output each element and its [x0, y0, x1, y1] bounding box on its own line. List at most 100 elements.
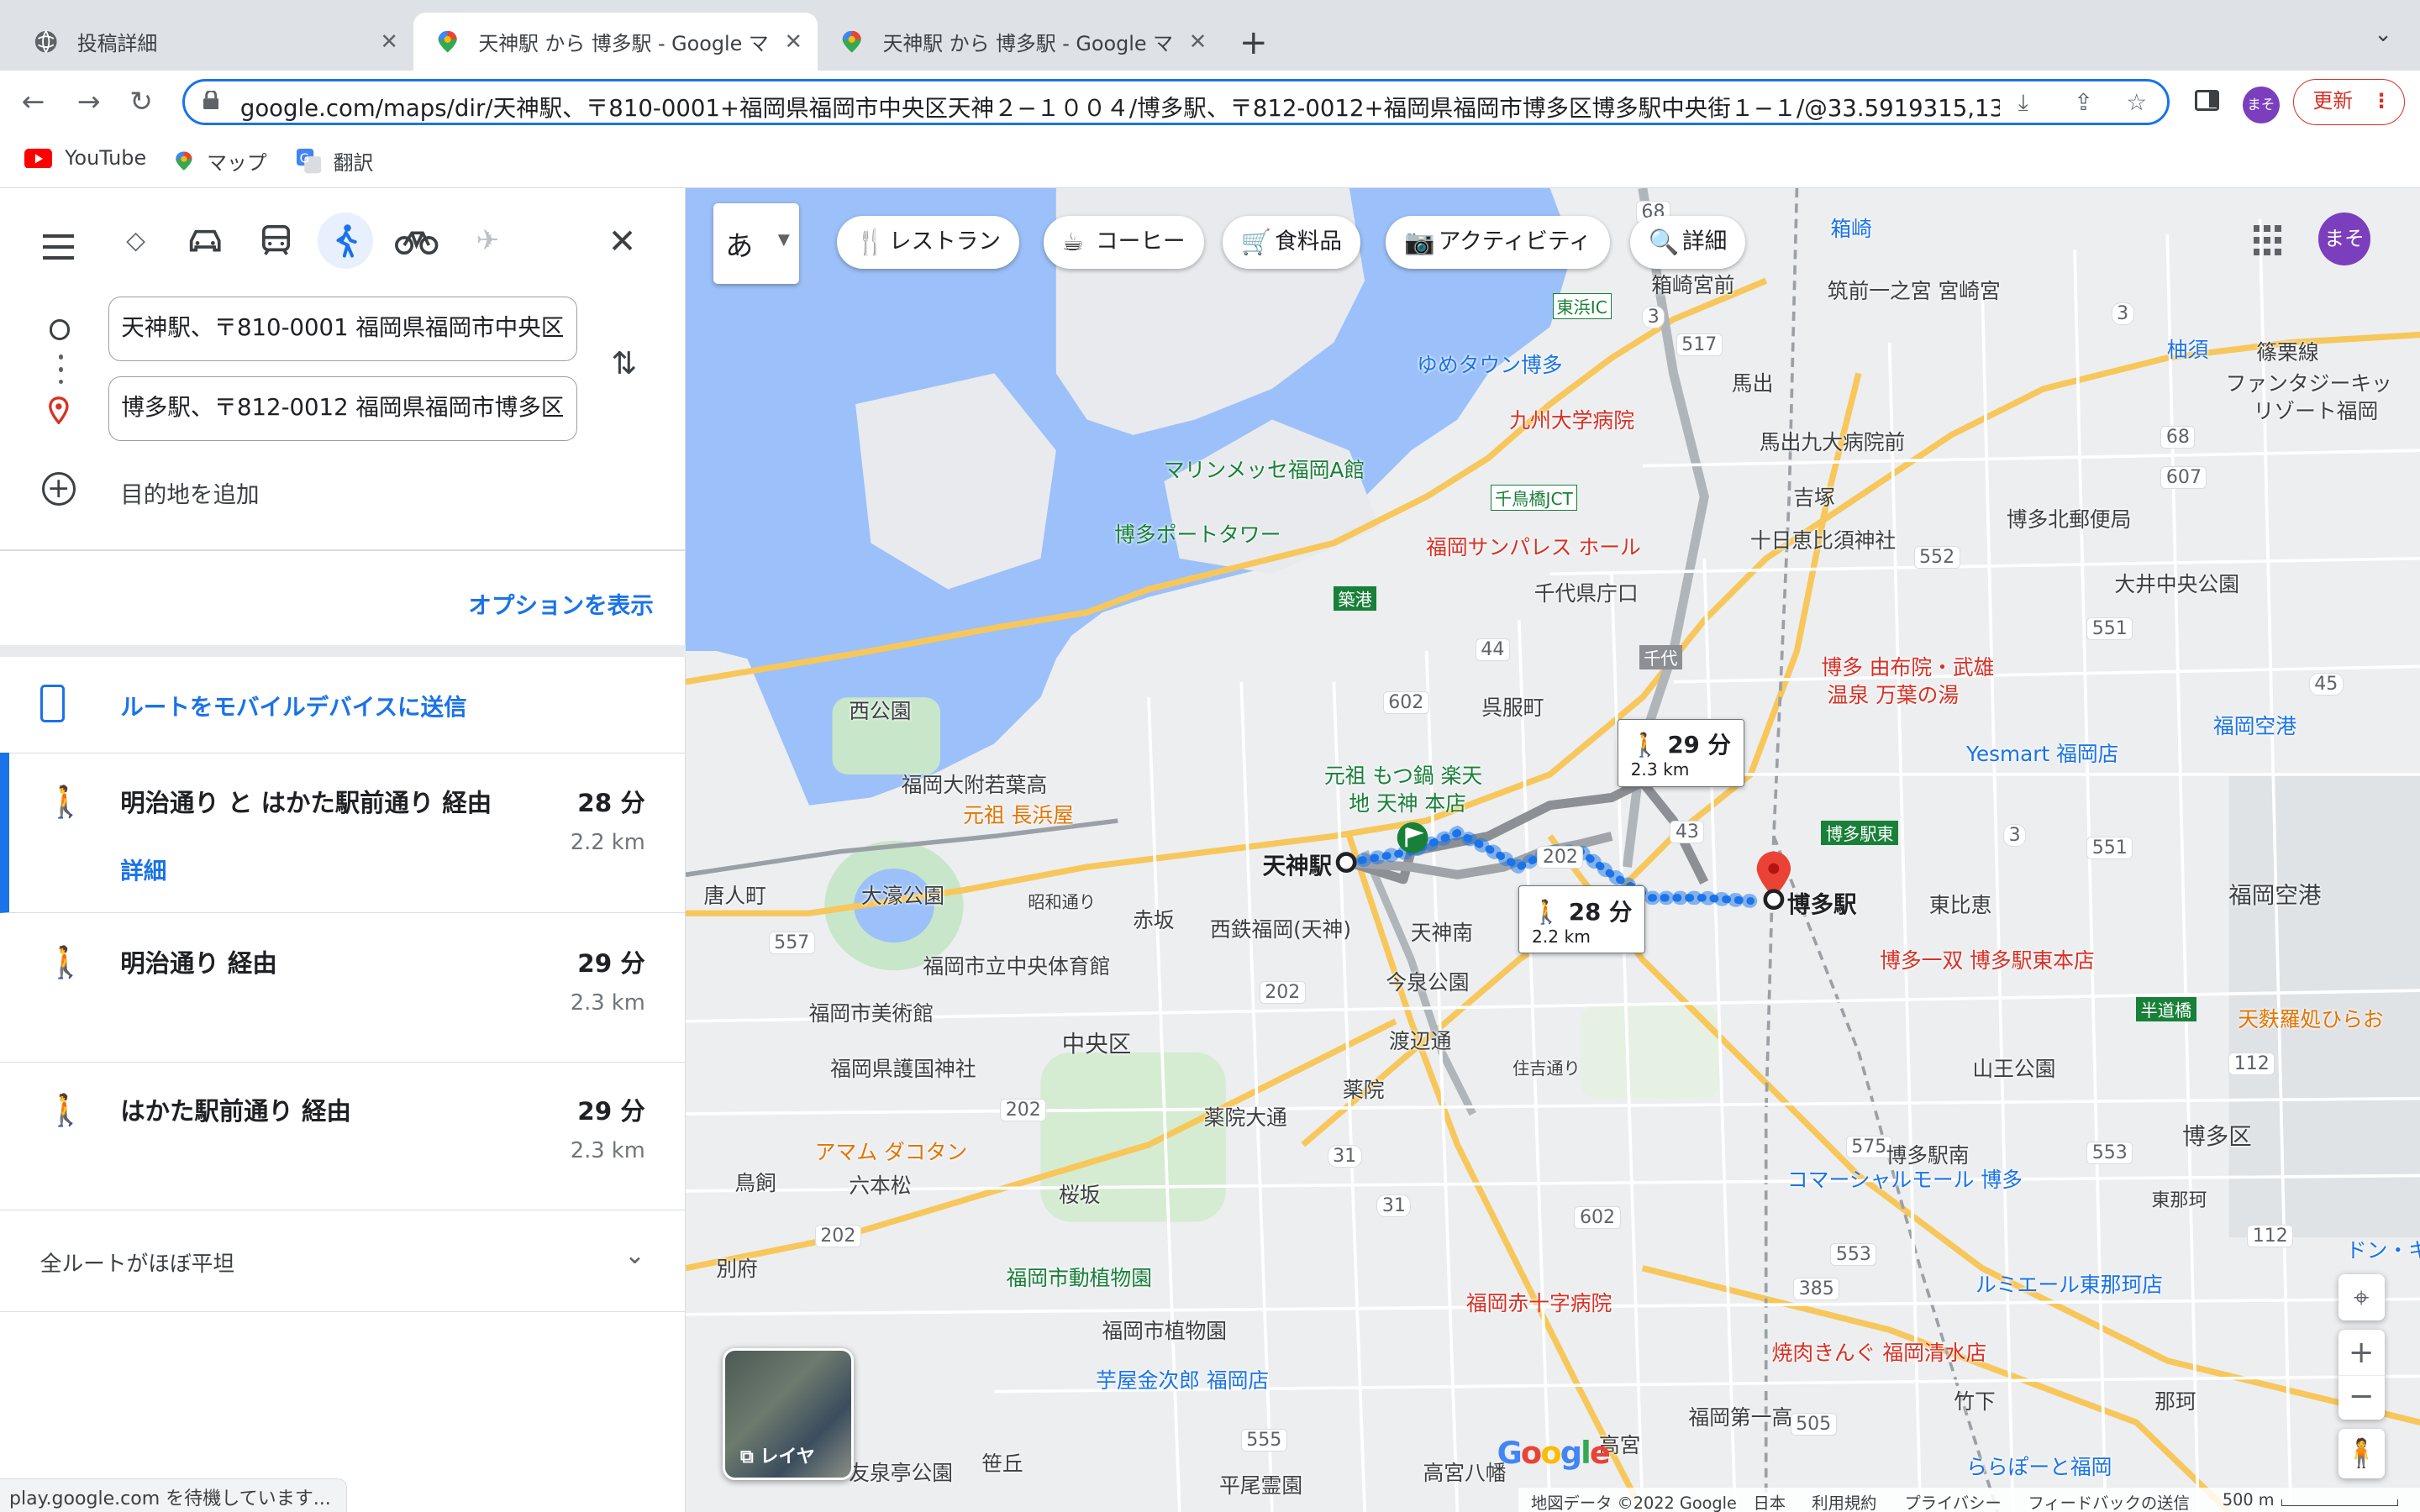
country-link[interactable]: 日本 — [1754, 1490, 1786, 1512]
map-label[interactable]: 唐人町 — [704, 879, 766, 910]
close-directions-icon[interactable]: ✕ — [608, 221, 637, 261]
map-label[interactable]: アマム ダコタン — [815, 1136, 967, 1166]
map-label[interactable]: ドン・キ — [2346, 1234, 2420, 1264]
map-label[interactable]: 福岡赤十字病院 — [1466, 1287, 1612, 1317]
map-label[interactable]: 六本松 — [849, 1169, 911, 1200]
layers-button[interactable]: ⧉ レイヤ — [722, 1348, 855, 1480]
map-label[interactable]: 福岡市植物園 — [1102, 1315, 1227, 1345]
map-label[interactable]: 東比恵 — [1929, 889, 1991, 919]
walking-icon[interactable] — [318, 213, 374, 269]
map-label[interactable]: 筑前一之宮 宮崎宮 — [1828, 275, 2001, 305]
tab-close-icon[interactable]: ✕ — [785, 29, 803, 55]
map-label[interactable]: 馬出 — [1732, 367, 1774, 397]
bookmark-star-icon[interactable]: ☆ — [2126, 89, 2147, 116]
pegman-icon[interactable]: 🧍 — [2338, 1428, 2385, 1478]
side-panel-icon[interactable] — [2194, 89, 2220, 112]
terms-link[interactable]: 利用規約 — [1812, 1490, 1876, 1512]
map-label[interactable]: 友泉亭公園 — [849, 1457, 953, 1487]
best-route-icon[interactable]: ⬦ — [108, 213, 164, 268]
tab-close-icon[interactable]: ✕ — [380, 29, 398, 55]
map-label[interactable]: 今泉公園 — [1386, 966, 1469, 996]
map-label[interactable]: 千代県庁口 — [1534, 577, 1639, 607]
tab-maps-active[interactable]: 天神駅 から 博多駅 - Google マッ ✕ — [413, 12, 818, 71]
map-label[interactable]: 柚須 — [2167, 333, 2209, 364]
map-label[interactable]: 温泉 万葉の湯 — [1828, 679, 1960, 709]
map-label[interactable]: 元祖 長浜屋 — [963, 799, 1074, 829]
map-label[interactable]: 十日恵比須神社 — [1750, 524, 1896, 554]
install-icon[interactable]: ⤓ — [2018, 89, 2028, 117]
zoom-in-button[interactable]: + — [2338, 1330, 2385, 1376]
route-option[interactable]: 🚶 はかた駅前通り 経由 29 分 2.3 km — [0, 1062, 686, 1210]
route-option[interactable]: 🚶 明治通り 経由 29 分 2.3 km — [0, 913, 686, 1063]
origin-station-label[interactable]: 天神駅 — [1262, 847, 1332, 880]
chip-coffee[interactable]: ☕ コーヒー — [1043, 216, 1204, 269]
map-label[interactable]: 箱崎宮前 — [1651, 269, 1734, 299]
address-bar[interactable]: google.com/maps/dir/天神駅、〒810-0001+福岡県福岡市… — [182, 78, 2170, 125]
map-label[interactable]: マリンメッセ福岡A館 — [1164, 454, 1365, 484]
map-label[interactable]: 吉塚 — [1793, 481, 1835, 512]
map-label[interactable]: 桜坂 — [1059, 1179, 1101, 1209]
menu-icon[interactable] — [43, 234, 75, 267]
car-icon[interactable] — [177, 213, 233, 268]
map-label[interactable]: 西公園 — [849, 695, 911, 725]
map-label[interactable]: 焼肉きんぐ 福岡清水店 — [1772, 1336, 1987, 1367]
bookmark-youtube[interactable]: YouTube — [24, 146, 146, 170]
map-label[interactable]: 福岡サンパレス ホール — [1426, 531, 1641, 561]
map-label[interactable]: 呉服町 — [1481, 691, 1544, 722]
forward-arrow-icon[interactable]: → — [77, 85, 101, 118]
tab-maps[interactable]: 天神駅 から 博多駅 - Google マッ ✕ — [818, 13, 1222, 71]
destination-input[interactable]: 博多駅、〒812-0012 福岡県福岡市博多区 — [108, 376, 577, 442]
feedback-link[interactable]: フィードバックの送信 — [2028, 1490, 2189, 1512]
terrain-note-row[interactable]: 全ルートがほぼ平坦 ⌄ — [0, 1210, 686, 1313]
map-label[interactable]: 鳥飼 — [734, 1167, 776, 1197]
reload-icon[interactable]: ↻ — [129, 85, 153, 118]
map-label[interactable]: 天麩羅処ひらお — [2238, 1003, 2383, 1033]
map-label[interactable]: 薬院 — [1343, 1074, 1385, 1104]
bookmark-translate[interactable]: G 翻訳 — [296, 146, 373, 176]
tab-post-details[interactable]: 投稿詳細 ✕ — [0, 13, 413, 71]
map-label[interactable]: 赤坂 — [1133, 904, 1175, 934]
chip-groceries[interactable]: 🛒 食料品 — [1222, 216, 1361, 269]
map-label[interactable]: 地 天神 本店 — [1349, 787, 1466, 817]
map-label[interactable]: 馬出九大病院前 — [1760, 426, 1905, 456]
chip-restaurant[interactable]: 🍴 レストラン — [836, 216, 1020, 269]
account-avatar[interactable]: まそ — [2317, 213, 2371, 265]
map-label[interactable]: 平尾霊園 — [1219, 1469, 1302, 1499]
google-apps-icon[interactable] — [2253, 225, 2285, 256]
map-label[interactable]: 福岡市立中央体育館 — [923, 950, 1110, 980]
map-label[interactable]: 大濠公園 — [861, 879, 944, 910]
my-location-icon[interactable]: ⌖ — [2338, 1274, 2385, 1321]
map-label[interactable]: 福岡大附若葉高 — [902, 769, 1047, 799]
map-label[interactable]: ファンタジーキッ — [2226, 367, 2392, 397]
map-label[interactable]: 西鉄福岡(天神) — [1210, 913, 1351, 943]
show-options-link[interactable]: オプションを表示 — [468, 586, 653, 620]
chip-activities[interactable]: 📷 アクティビティ — [1386, 216, 1610, 269]
map-label[interactable]: 博多北郵便局 — [2007, 503, 2132, 533]
map-label[interactable]: リゾート福岡 — [2254, 395, 2379, 425]
route-details-link[interactable]: 詳細 — [120, 852, 166, 885]
map-label[interactable]: 福岡第一高 — [1688, 1401, 1792, 1431]
map-label[interactable]: 東那珂 — [2151, 1185, 2207, 1212]
input-method-widget[interactable]: あ ▼ — [713, 203, 800, 284]
map-label[interactable]: 福岡空港 — [2213, 710, 2296, 740]
map-label[interactable]: 笹丘 — [981, 1447, 1023, 1478]
map-label[interactable]: 箱崎 — [1830, 213, 1872, 243]
map-label[interactable]: ルミエール東那珂店 — [1975, 1268, 2163, 1299]
swap-arrows-icon[interactable]: ⇅ — [611, 345, 637, 381]
map-label[interactable]: 薬院大通 — [1204, 1101, 1287, 1131]
tab-close-icon[interactable]: ✕ — [1189, 29, 1207, 55]
send-to-mobile-row[interactable]: ルートをモバイルデバイスに送信 — [0, 657, 686, 754]
map-label[interactable]: ららぽーと福岡 — [1966, 1451, 2112, 1481]
bookmark-maps[interactable]: マップ — [173, 146, 267, 176]
map-label[interactable]: Yesmart 福岡店 — [1966, 738, 2118, 768]
privacy-link[interactable]: プライバシー — [1905, 1490, 2002, 1512]
origin-input[interactable]: 天神駅、〒810-0001 福岡県福岡市中央区 — [108, 296, 577, 361]
add-destination-button[interactable]: 目的地を追加 — [120, 475, 259, 509]
map-label[interactable]: 山王公園 — [1972, 1053, 2055, 1083]
bicycle-icon[interactable] — [389, 213, 445, 268]
profile-avatar[interactable]: まそ — [2242, 86, 2280, 123]
map-label[interactable]: 九州大学病院 — [1509, 404, 1634, 434]
chip-more[interactable]: 🔍 詳細 — [1629, 216, 1746, 269]
add-destination-icon[interactable]: + — [41, 472, 76, 507]
destination-station-label[interactable]: 博多駅 — [1787, 885, 1857, 919]
